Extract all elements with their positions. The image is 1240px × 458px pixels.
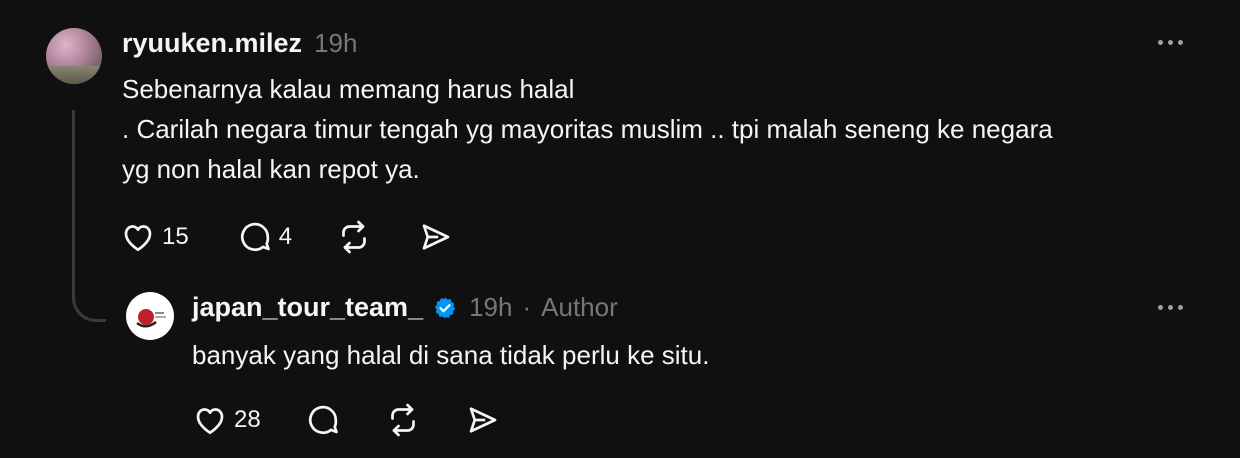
reply-button[interactable]: 4	[237, 219, 292, 255]
reply-text: banyak yang halal di sana tidak perlu ke…	[192, 340, 710, 370]
timestamp[interactable]: 19h	[314, 28, 357, 59]
more-options-button[interactable]	[1158, 305, 1183, 310]
reply-actions: 28	[192, 402, 501, 438]
reply-count: 4	[278, 223, 293, 250]
like-count: 28	[234, 406, 261, 433]
avatar[interactable]	[46, 28, 102, 84]
repost-icon	[342, 220, 366, 254]
reply-button[interactable]	[305, 402, 341, 438]
heart-icon	[124, 225, 152, 252]
username[interactable]: ryuuken.milez	[122, 28, 302, 59]
more-options-button[interactable]	[1158, 40, 1183, 45]
share-button[interactable]	[418, 219, 454, 255]
username[interactable]: japan_tour_team_	[192, 292, 423, 323]
like-button[interactable]: 28	[192, 402, 261, 438]
brand-logo-icon	[136, 309, 166, 328]
send-icon	[469, 407, 497, 433]
post-actions: 15 4	[120, 219, 454, 255]
verified-badge-icon	[434, 297, 456, 318]
thread-line	[72, 110, 106, 322]
reply-header: japan_tour_team_ 19h · Author	[192, 292, 618, 323]
separator: ·	[522, 292, 532, 322]
repost-icon	[390, 403, 415, 437]
avatar-photo-ground	[46, 66, 102, 84]
post-header: ryuuken.milez 19h	[122, 28, 357, 59]
heart-icon	[196, 408, 224, 435]
more-icon	[1158, 40, 1163, 45]
like-button[interactable]: 15	[120, 219, 189, 255]
post-text: Sebenarnya kalau memang harus halal . Ca…	[122, 74, 1053, 184]
more-icon	[1158, 305, 1163, 310]
author-label: Author	[541, 292, 618, 322]
comment-icon	[308, 405, 338, 435]
avatar[interactable]	[126, 292, 174, 340]
repost-button[interactable]	[385, 402, 421, 438]
share-button[interactable]	[465, 402, 501, 438]
timestamp[interactable]: 19h	[469, 292, 512, 323]
send-icon	[422, 224, 450, 250]
repost-button[interactable]	[336, 219, 372, 255]
like-count: 15	[162, 223, 189, 250]
comment-icon	[240, 222, 270, 252]
